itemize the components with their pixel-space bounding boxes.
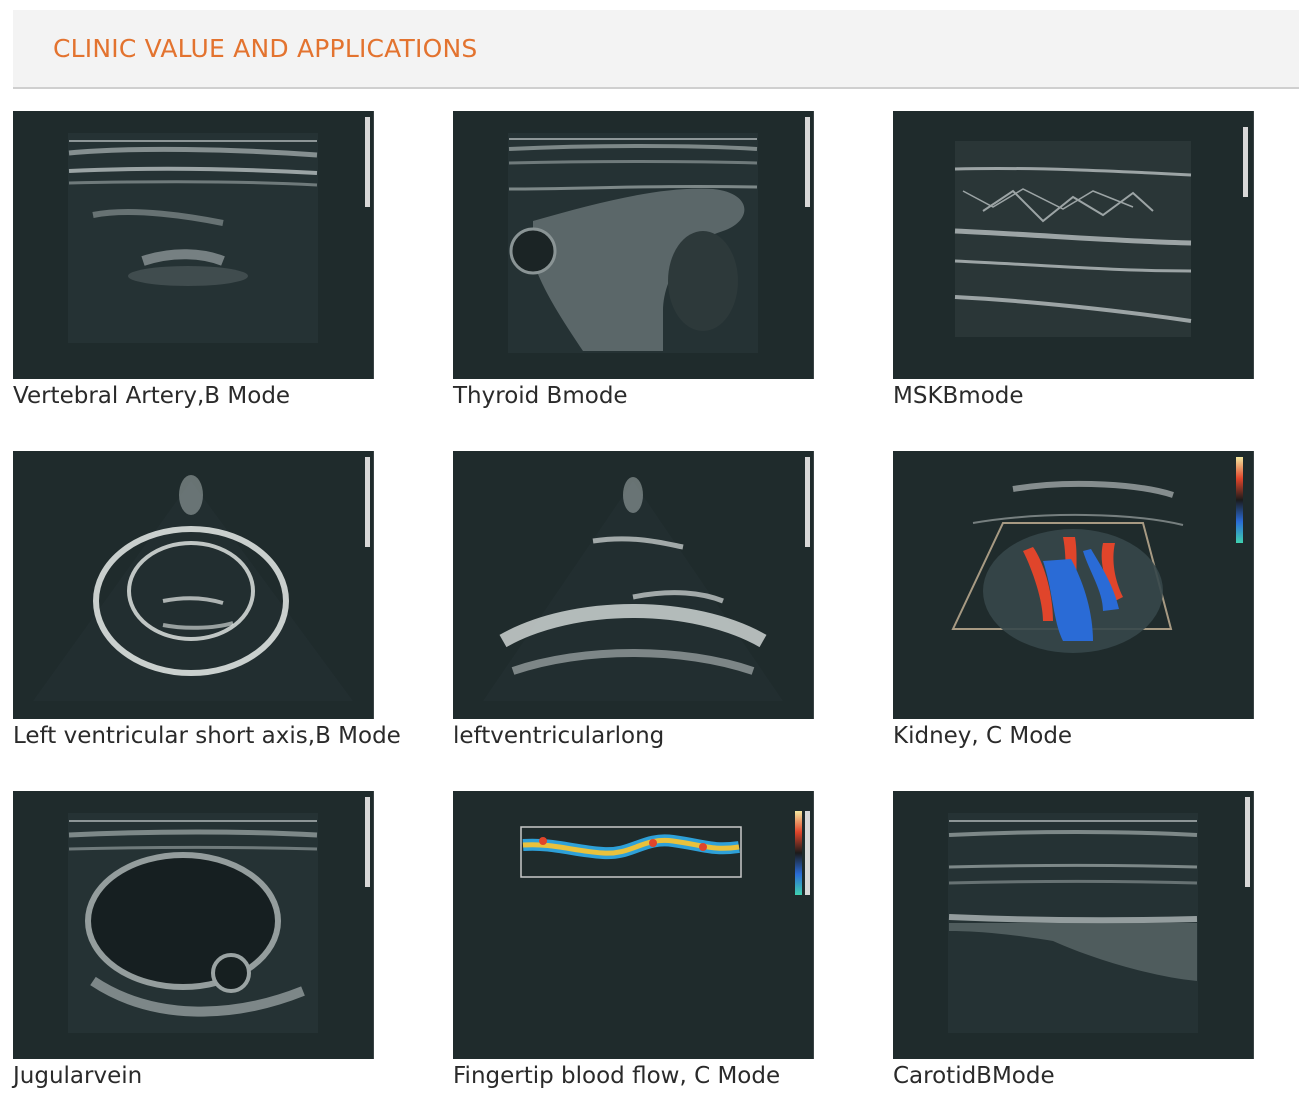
ultrasound-image-carotid[interactable] [893,791,1254,1059]
gallery-caption: Left ventricular short axis,B Mode [13,723,401,749]
gallery-caption: CarotidBMode [893,1063,1055,1089]
gallery-caption: Vertebral Artery,B Mode [13,383,291,409]
section-title: CLINIC VALUE AND APPLICATIONS [53,34,478,63]
gallery-caption: leftventricularlong [453,723,665,749]
ultrasound-image-kidney[interactable] [893,451,1254,719]
gallery-caption: Kidney, C Mode [893,723,1073,749]
ultrasound-image-thyroid[interactable] [453,111,814,379]
gallery-caption: Fingertip blood flow, C Mode [453,1063,781,1089]
ultrasound-image-vertebral-artery[interactable] [13,111,374,379]
ultrasound-image-jugular-vein[interactable] [13,791,374,1059]
ultrasound-image-fingertip-blood-flow[interactable] [453,791,814,1059]
gallery-caption: Thyroid Bmode [453,383,628,409]
gallery-caption: MSKBmode [893,383,1024,409]
ultrasound-image-lv-long-axis[interactable] [453,451,814,719]
section-header: CLINIC VALUE AND APPLICATIONS [13,10,1299,89]
gallery-caption: Jugularvein [13,1063,143,1089]
ultrasound-image-lv-short-axis[interactable] [13,451,374,719]
ultrasound-image-msk[interactable] [893,111,1254,379]
